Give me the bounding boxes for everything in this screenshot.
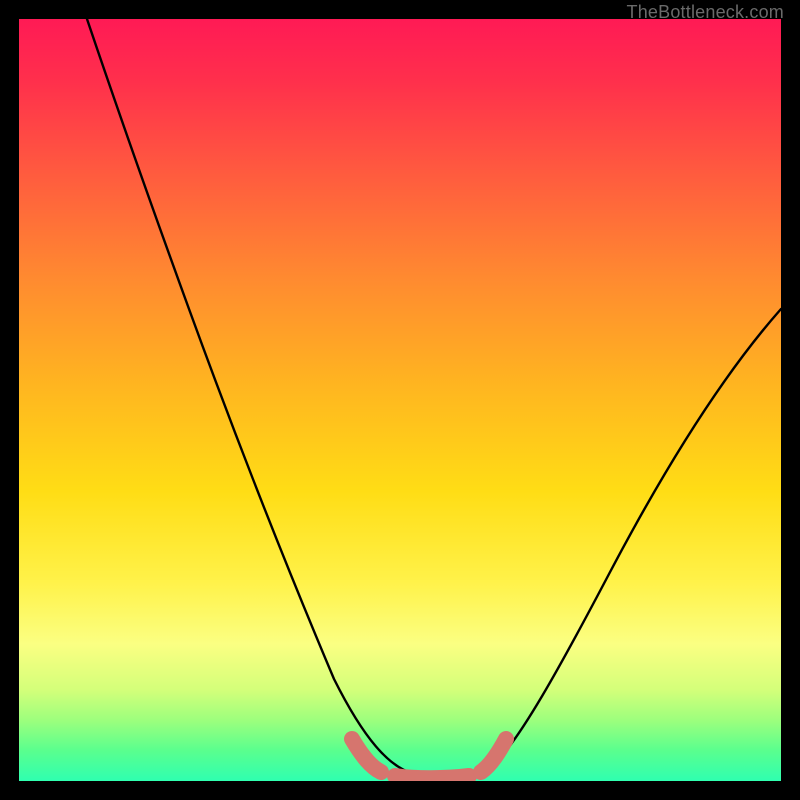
plot-area xyxy=(19,19,781,781)
chart-frame: TheBottleneck.com xyxy=(0,0,800,800)
bottleneck-curve xyxy=(87,19,781,778)
curve-layer xyxy=(19,19,781,781)
watermark-text: TheBottleneck.com xyxy=(627,2,784,23)
